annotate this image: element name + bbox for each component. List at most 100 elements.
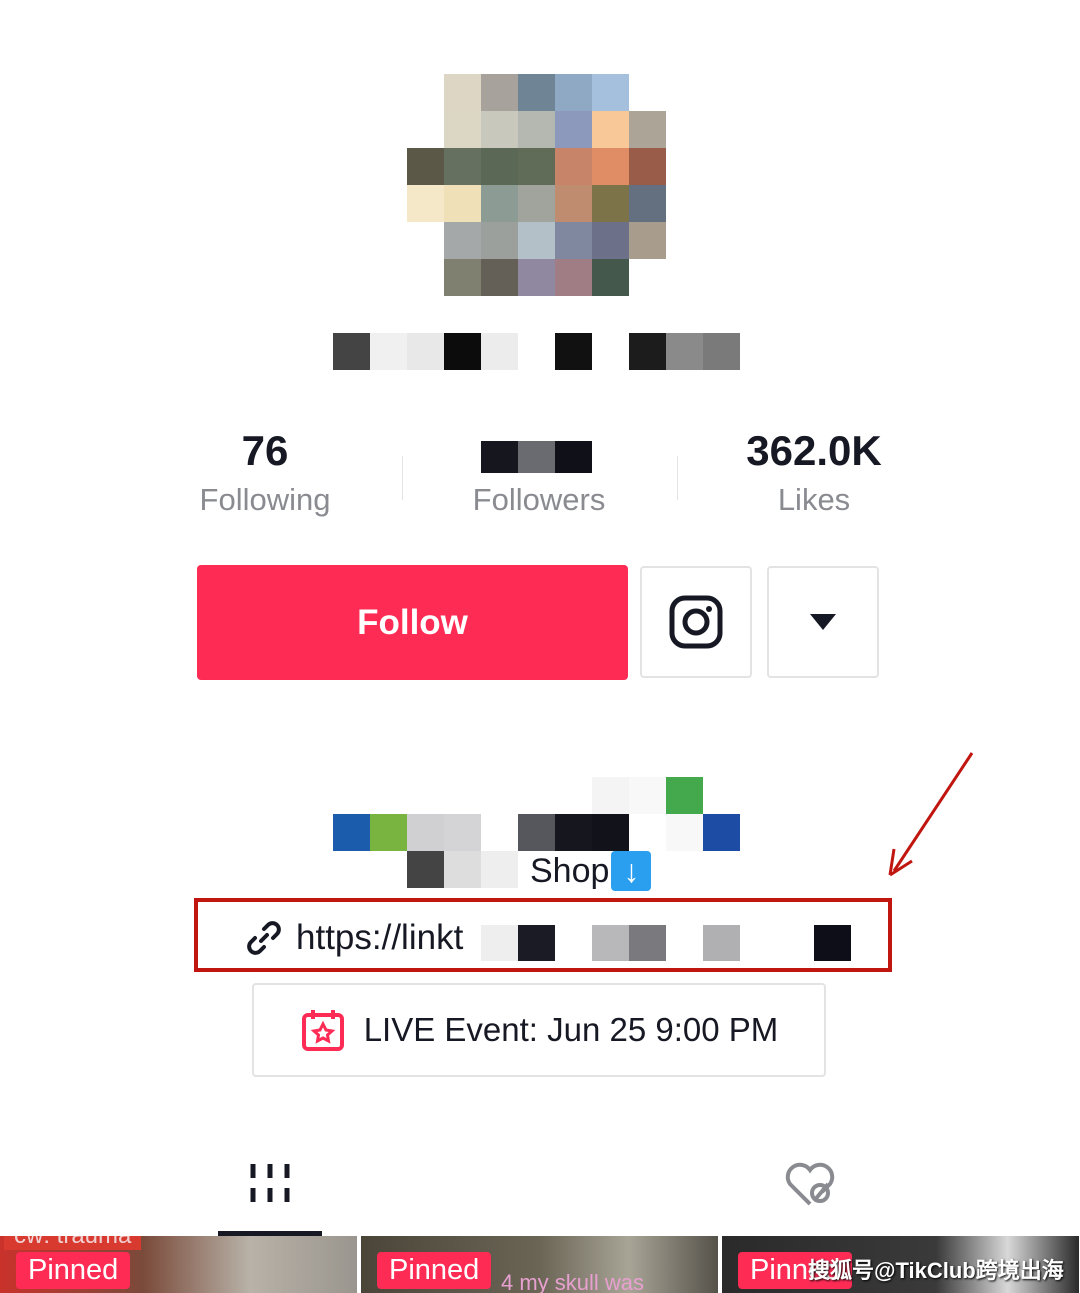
mosaic-cell [333, 814, 370, 851]
mosaic-cell [592, 259, 629, 296]
mosaic-cell [444, 148, 481, 185]
pinned-badge: Pinned [16, 1252, 131, 1289]
follow-button[interactable]: Follow [197, 565, 628, 680]
mosaic-cell [444, 74, 481, 111]
mosaic-cell [481, 74, 518, 111]
followers-label: Followers [472, 482, 606, 517]
mosaic-cell [592, 185, 629, 222]
divider [677, 456, 678, 500]
mosaic-cell [518, 185, 555, 222]
liked-hidden-icon [785, 1162, 835, 1206]
mosaic-cell [407, 333, 444, 370]
video-caption: cw: trauma [4, 1236, 142, 1250]
live-event-text: LIVE Event: Jun 25 9:00 PM [363, 1011, 779, 1048]
stat-likes[interactable]: 362.0K Likes [684, 426, 944, 518]
mosaic-cell [444, 333, 481, 370]
mosaic-cell [555, 74, 592, 111]
stat-following[interactable]: 76 Following [135, 426, 395, 518]
mosaic-cell [481, 333, 518, 370]
mosaic-cell [407, 148, 444, 185]
mosaic-cell [555, 333, 592, 370]
tab-liked[interactable] [782, 1160, 838, 1215]
mosaic-cell [629, 111, 666, 148]
pinned-badge: Pinned [377, 1252, 492, 1289]
mosaic-cell [555, 259, 592, 296]
down-arrow-emoji-icon: ↓ [611, 851, 652, 891]
mosaic-cell [481, 441, 518, 473]
mosaic-cell [555, 148, 592, 185]
divider [402, 456, 403, 500]
following-label: Following [199, 482, 331, 517]
bio-shop-text: Shop [530, 851, 610, 890]
grid-icon [250, 1164, 290, 1202]
mosaic-cell [481, 259, 518, 296]
mosaic-cell [518, 259, 555, 296]
annotation-highlight-box [194, 898, 892, 972]
mosaic-cell [518, 148, 555, 185]
video-caption: 4 my skull was [501, 1270, 645, 1293]
mosaic-cell [481, 148, 518, 185]
tab-videos[interactable] [218, 1160, 322, 1210]
mosaic-cell [629, 222, 666, 259]
mosaic-cell [518, 74, 555, 111]
mosaic-cell [444, 814, 481, 851]
mosaic-cell [444, 851, 481, 888]
mosaic-cell [666, 777, 703, 814]
mosaic-cell [518, 814, 555, 851]
live-event-button[interactable]: LIVE Event: Jun 25 9:00 PM [252, 983, 826, 1077]
mosaic-cell [629, 777, 666, 814]
likes-count: 362.0K [746, 427, 882, 474]
caret-down-icon [810, 614, 836, 630]
mosaic-cell [333, 333, 370, 370]
mosaic-cell [444, 185, 481, 222]
mosaic-cell [370, 814, 407, 851]
profile-page: 76 Following Followers 362.0K Likes Foll… [0, 0, 1080, 1293]
mosaic-cell [444, 222, 481, 259]
mosaic-cell [629, 814, 666, 851]
mosaic-cell [407, 814, 444, 851]
mosaic-cell [518, 441, 555, 473]
likes-label: Likes [777, 482, 851, 517]
followers-count [409, 426, 669, 476]
mosaic-cell [481, 111, 518, 148]
mosaic-cell [592, 222, 629, 259]
mosaic-cell [666, 333, 703, 370]
mosaic-cell [629, 185, 666, 222]
mosaic-cell [481, 222, 518, 259]
mosaic-cell [407, 185, 444, 222]
calendar-star-icon [301, 1010, 344, 1051]
annotation-arrow-icon [888, 752, 974, 877]
mosaic-cell [444, 111, 481, 148]
mosaic-cell [370, 333, 407, 370]
mosaic-cell [666, 814, 703, 851]
mosaic-cell [518, 222, 555, 259]
mosaic-cell [592, 148, 629, 185]
mosaic-cell [481, 185, 518, 222]
mosaic-cell [555, 814, 592, 851]
mosaic-cell [555, 111, 592, 148]
mosaic-cell [518, 111, 555, 148]
mosaic-cell [629, 333, 666, 370]
instagram-icon [669, 595, 723, 649]
instagram-button[interactable] [640, 566, 752, 678]
mosaic-cell [703, 333, 740, 370]
video-thumbnail[interactable]: 4 my skull was Pinned [361, 1236, 718, 1293]
mosaic-cell [703, 814, 740, 851]
following-count: 76 [241, 427, 289, 474]
mosaic-cell [407, 851, 444, 888]
mosaic-cell [592, 111, 629, 148]
mosaic-cell [481, 851, 518, 888]
mosaic-cell [444, 259, 481, 296]
more-dropdown-button[interactable] [767, 566, 879, 678]
mosaic-cell [555, 222, 592, 259]
mosaic-cell [555, 441, 592, 473]
mosaic-cell [629, 148, 666, 185]
mosaic-cell [592, 777, 629, 814]
stat-followers[interactable]: Followers [409, 426, 669, 518]
mosaic-cell [592, 74, 629, 111]
mosaic-cell [592, 814, 629, 851]
bio-shop-line: Shop ↓ [530, 851, 652, 891]
mosaic-cell [555, 185, 592, 222]
watermark: 搜狐号@TikClub跨境出海 [808, 1258, 1064, 1283]
video-thumbnail[interactable]: cw: trauma Pinned [0, 1236, 357, 1293]
